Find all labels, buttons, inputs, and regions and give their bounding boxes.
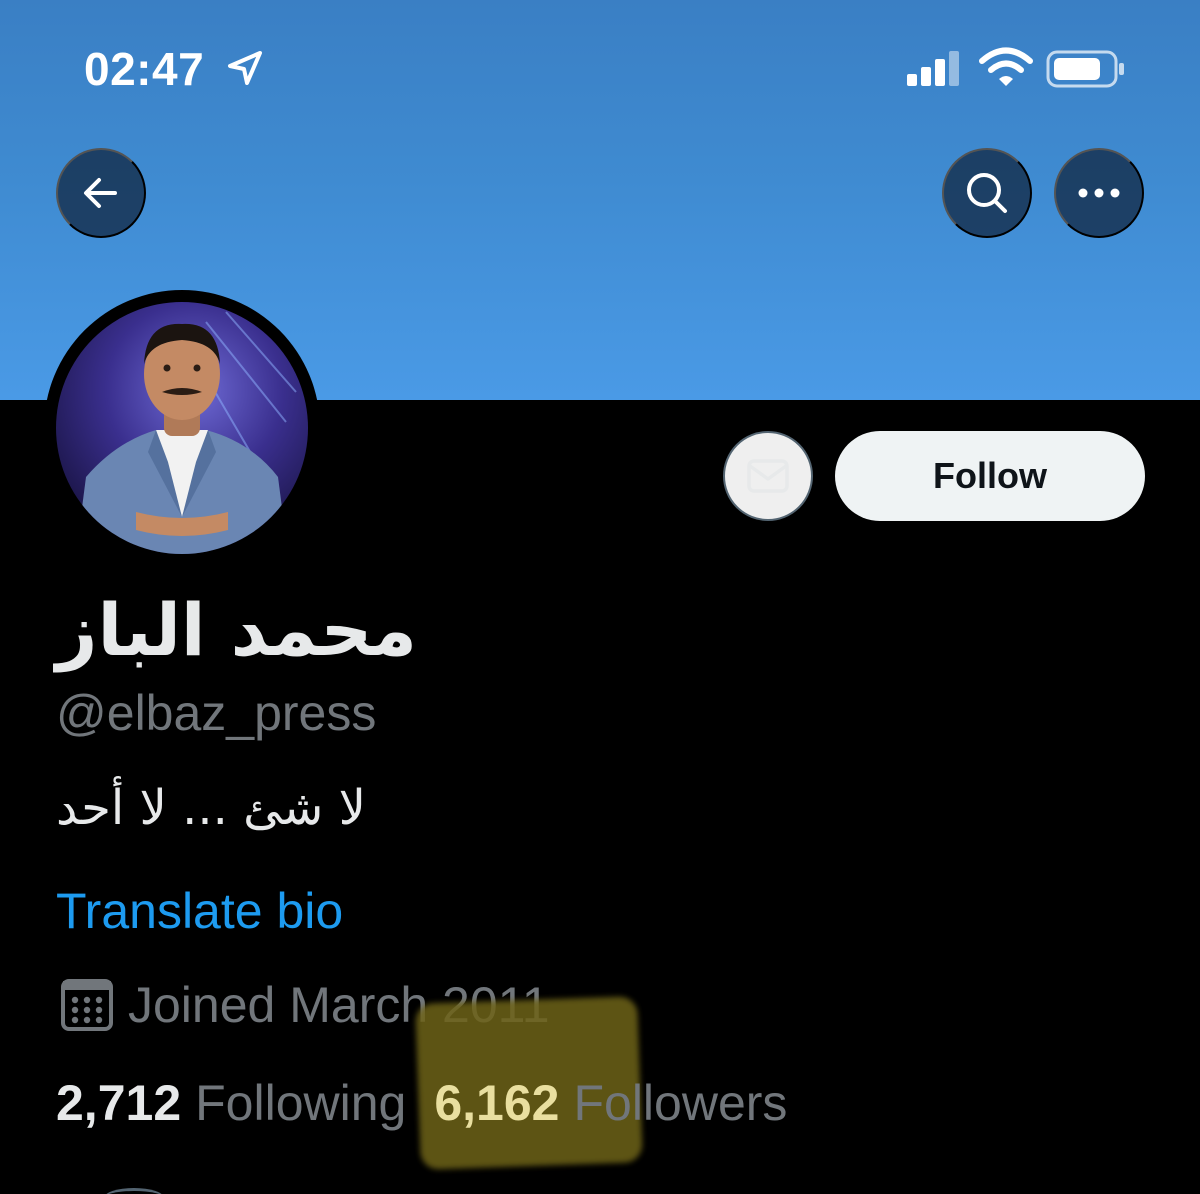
profile-avatar[interactable] [44,290,320,566]
display-name: محمد الباز [56,588,417,672]
arrow-left-icon [84,178,117,208]
search-icon [967,173,1007,213]
profile-bio: لا شئ ... لا أحد [56,780,366,836]
more-options-button[interactable] [1054,148,1144,238]
follow-stats: 2,712 Following 6,162 Followers [56,1074,815,1132]
follow-button[interactable]: Follow [835,431,1145,521]
cellular-signal-icon [907,51,959,86]
location-arrow-icon [228,51,262,85]
search-button[interactable] [942,148,1032,238]
following-label[interactable]: Following [195,1074,406,1132]
calendar-icon [61,979,113,1031]
avatar-photo [56,302,308,554]
user-handle: @elbaz_press [56,685,377,741]
back-button[interactable] [56,148,146,238]
following-count[interactable]: 2,712 [56,1074,181,1132]
more-dots-icon [1078,188,1120,198]
status-time: 02:47 [84,43,205,95]
mail-icon [747,459,789,493]
wifi-icon [979,47,1033,86]
battery-icon [1046,50,1124,88]
translate-bio-link[interactable]: Translate bio [56,882,343,940]
message-button[interactable] [723,431,813,521]
partial-avatar-edge [104,1188,164,1194]
status-bar: 02:47 [0,0,1200,140]
followers-count[interactable]: 6,162 [434,1074,559,1132]
followers-label[interactable]: Followers [573,1074,787,1132]
